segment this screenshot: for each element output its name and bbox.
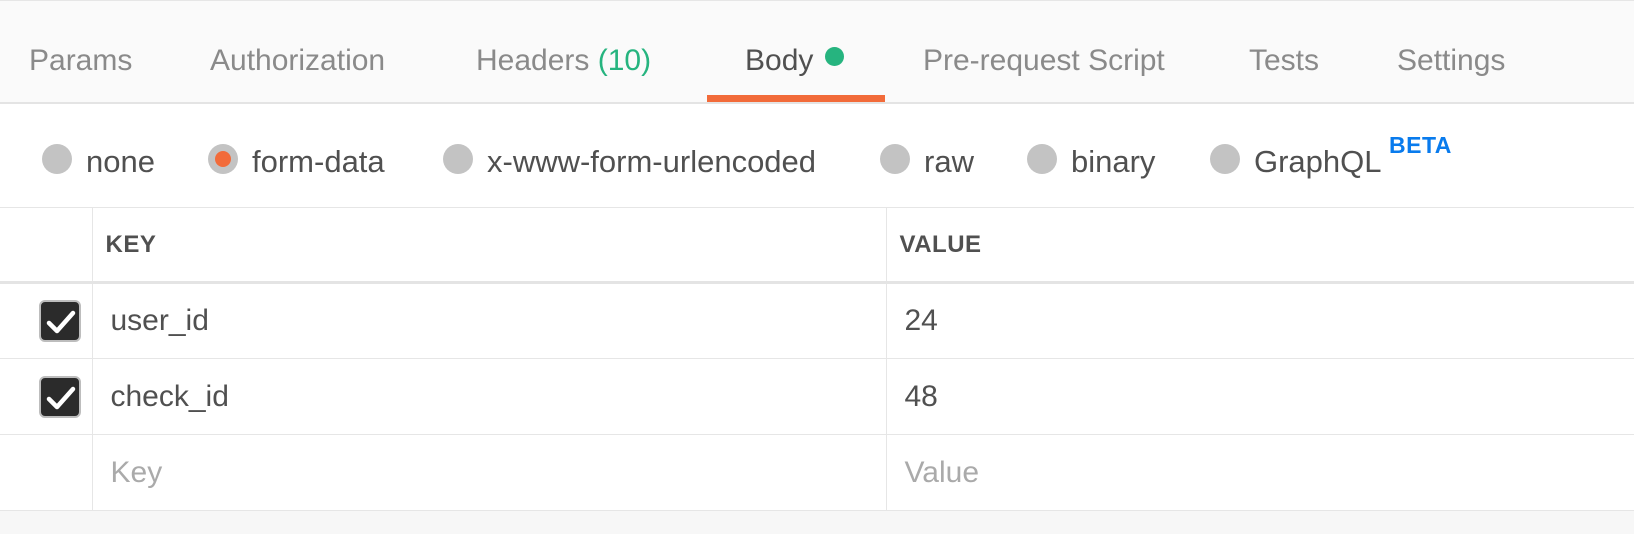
row-checkbox-cell	[0, 358, 93, 435]
row-checkbox-cell	[0, 282, 93, 359]
tab-pre-request-script-label: Pre-request Script	[923, 44, 1165, 77]
radio-binary-circle-icon	[1027, 144, 1057, 174]
radio-graphql-label: GraphQL	[1254, 144, 1382, 179]
table-row: user_id 24	[0, 282, 1634, 359]
row-value-cell[interactable]: 48	[886, 358, 1634, 435]
row-key-cell[interactable]: check_id	[92, 358, 887, 435]
new-row-checkbox-cell	[0, 434, 93, 511]
checkbox-column-header	[0, 207, 93, 284]
new-value-input[interactable]: Value	[886, 434, 1634, 511]
headers-count-badge: (10)	[597, 44, 652, 77]
table-header-row: KEY VALUE	[0, 207, 1634, 284]
new-key-input[interactable]: Key	[92, 434, 887, 511]
tab-params[interactable]: Params	[29, 1, 132, 103]
radio-raw-label: raw	[924, 144, 974, 179]
tab-body-label: Body	[745, 44, 814, 77]
radio-form-data-label: form-data	[252, 144, 385, 179]
row-key-cell[interactable]: user_id	[92, 282, 887, 359]
request-tabs: Params Authorization Headers (10) Body P…	[0, 0, 1634, 104]
graphql-beta-badge: BETA	[1389, 132, 1452, 158]
row-enabled-checkbox[interactable]	[39, 300, 81, 342]
radio-none-circle-icon	[42, 144, 72, 174]
key-column-header: KEY	[92, 207, 887, 284]
body-type-radio-group: none form-data x-www-form-urlencoded raw…	[0, 104, 1634, 208]
checkmark-icon	[46, 310, 76, 334]
radio-binary-label: binary	[1071, 144, 1156, 179]
radio-raw-circle-icon	[880, 144, 910, 174]
radio-urlencoded-circle-icon	[443, 144, 473, 174]
tab-tests-label: Tests	[1249, 44, 1320, 77]
tab-authorization-label: Authorization	[210, 44, 386, 77]
tab-headers-label: Headers	[476, 44, 590, 77]
radio-none-label: none	[86, 144, 155, 179]
radio-form-data-checked-icon	[208, 144, 238, 174]
bottom-strip	[0, 511, 1634, 534]
tab-settings[interactable]: Settings	[1397, 1, 1505, 103]
tab-pre-request-script[interactable]: Pre-request Script	[923, 1, 1165, 103]
tab-authorization[interactable]: Authorization	[210, 1, 385, 103]
body-panel: none form-data x-www-form-urlencoded raw…	[0, 104, 1634, 534]
active-tab-underline	[707, 95, 885, 102]
row-value-cell[interactable]: 24	[886, 282, 1634, 359]
radio-graphql-circle-icon	[1210, 144, 1240, 174]
table-row: check_id 48	[0, 358, 1634, 435]
radio-x-www-form-urlencoded-label: x-www-form-urlencoded	[487, 144, 817, 179]
tab-params-label: Params	[29, 44, 133, 77]
tab-body[interactable]: Body	[745, 1, 845, 103]
tab-headers[interactable]: Headers (10)	[476, 1, 651, 103]
new-row: Key Value	[0, 434, 1634, 511]
body-modified-dot-icon	[825, 47, 845, 66]
form-data-table: KEY VALUE user_id 24 check_id 48 Key Val…	[0, 207, 1634, 511]
tab-tests[interactable]: Tests	[1249, 1, 1319, 103]
value-column-header: VALUE	[886, 207, 1634, 284]
row-enabled-checkbox[interactable]	[39, 375, 81, 418]
checkmark-icon	[46, 386, 76, 409]
tab-settings-label: Settings	[1397, 44, 1506, 77]
